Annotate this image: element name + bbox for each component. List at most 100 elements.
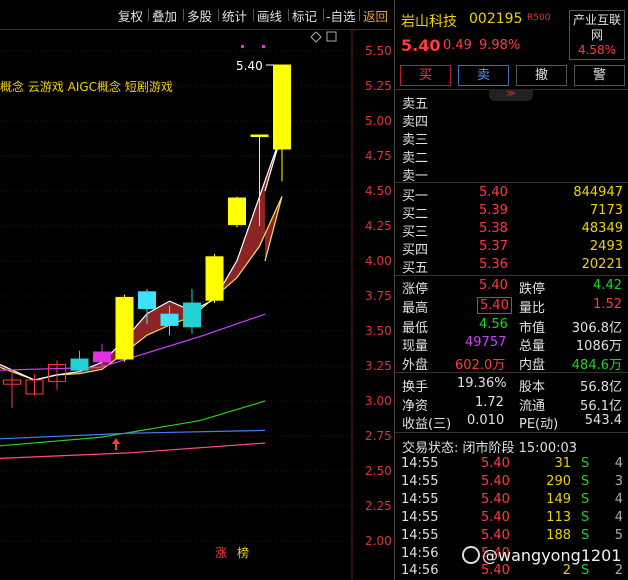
candle-body	[250, 134, 269, 137]
tick-qty: 149	[546, 492, 571, 507]
market-cap-label: 市值	[519, 321, 546, 336]
tick-price: 5.40	[481, 456, 510, 471]
toolbar-overlay-button[interactable]: 叠加	[152, 6, 177, 25]
tick-row: 14:55 5.40 188 S 5	[395, 528, 628, 545]
tick-time: 14:55	[401, 528, 439, 543]
square-icon	[326, 31, 337, 42]
total-vol-value: 1086万	[575, 339, 622, 354]
ask-label: 卖五	[402, 97, 429, 112]
tick-count: 4	[614, 456, 623, 471]
price-tick-label: 5.25	[365, 79, 392, 93]
tick-row: 14:55 5.40 149 S 4	[395, 492, 628, 509]
price-tick-label: 2.75	[365, 429, 392, 443]
tick-side: S	[581, 563, 590, 578]
ask-row: 卖三	[395, 129, 628, 148]
toolbar-back-button[interactable]: 返回	[363, 6, 388, 25]
low-value: 4.56	[479, 317, 508, 332]
ma-line-pink	[0, 442, 266, 459]
watermark-text: @wangyong1201	[482, 546, 622, 565]
stock-code: 002195	[469, 11, 523, 27]
tick-count: 4	[614, 492, 623, 507]
kline-chart[interactable]: 5.50 5.25 5.00 4.75 4.50 4.25 4.00 3.75 3.50 3.25…	[0, 30, 392, 580]
limit-down-label: 跌停	[519, 282, 546, 297]
limit-up-marker: 涨	[215, 545, 227, 560]
net-asset-label: 净资	[402, 399, 429, 414]
bid-volume: 48349	[581, 221, 623, 236]
price-tick-label: 3.00	[365, 394, 392, 408]
bid-price: 5.40	[479, 185, 508, 200]
toolbar-multi-stock-button[interactable]: 多股	[187, 6, 212, 25]
low-label: 最低	[402, 321, 429, 336]
toolbar-fuquan-button[interactable]: 复权	[118, 6, 143, 25]
market-cap-value: 306.8亿	[571, 321, 622, 336]
price-tick-label: 3.75	[365, 289, 392, 303]
quote-panel: 岩山科技 002195 R500 5.40 0.49 9.98% 产业互联网 4…	[394, 0, 628, 580]
price-tick-label: 4.00	[365, 254, 392, 268]
candle-body	[115, 296, 134, 360]
bid-price: 5.36	[479, 257, 508, 272]
ask-row: 卖一	[395, 165, 628, 184]
tick-side: S	[581, 528, 590, 543]
ask-row: 卖五	[395, 93, 628, 112]
bid-label: 买四	[402, 243, 429, 258]
total-vol-label: 总量	[519, 339, 546, 354]
price-tick-label: 5.50	[365, 44, 392, 58]
outer-disk-label: 外盘	[402, 358, 429, 373]
price-tick-label: 4.25	[365, 219, 392, 233]
tick-qty: 113	[546, 510, 571, 525]
ask-label: 卖三	[402, 133, 429, 148]
alert-button[interactable]: 警	[574, 65, 625, 86]
industry-name: 产业互联网	[572, 13, 621, 42]
toolbar-watchlist-button[interactable]: -自选	[326, 6, 356, 25]
price-tick-label: 2.25	[365, 499, 392, 513]
limit-up-label: 涨停	[402, 282, 429, 297]
ma-line-green	[0, 400, 266, 447]
price-tick-label: 4.75	[365, 149, 392, 163]
high-value: 5.40	[477, 297, 512, 314]
stock-header: 岩山科技 002195 R500 5.40 0.49 9.98% 产业互联网 4…	[395, 0, 628, 90]
candle-body	[273, 64, 291, 150]
buy-button[interactable]: 买	[400, 65, 451, 86]
ask-row: 卖二	[395, 147, 628, 166]
tick-price: 5.40	[481, 474, 510, 489]
bid-row: 买二 5.39 7173	[395, 203, 628, 222]
toolbar-stats-button[interactable]: 统计	[222, 6, 247, 25]
tick-count: 4	[614, 510, 623, 525]
bid-row: 买三 5.38 48349	[395, 221, 628, 240]
float-value: 56.1亿	[580, 399, 622, 414]
stock-name: 岩山科技	[401, 14, 457, 30]
share-capital-value: 56.8亿	[580, 380, 622, 395]
candle-body	[70, 358, 89, 371]
up-arrow-icon	[112, 438, 120, 450]
turnover-value: 19.36%	[457, 376, 507, 391]
bid-price: 5.37	[479, 239, 508, 254]
tick-row: 14:55 5.40 113 S 4	[395, 510, 628, 527]
toolbar-draw-line-button[interactable]: 画线	[257, 6, 282, 25]
stock-change: 0.49	[443, 38, 472, 53]
high-label: 最高	[402, 301, 429, 316]
bid-label: 买一	[402, 189, 429, 204]
tick-time: 14:55	[401, 510, 439, 525]
sell-button[interactable]: 卖	[458, 65, 509, 86]
bid-label: 买二	[402, 207, 429, 222]
volume-ratio-value: 1.52	[593, 297, 622, 312]
tick-time: 14:56	[401, 563, 439, 578]
price-tick-label: 3.25	[365, 359, 392, 373]
tick-qty: 188	[546, 528, 571, 543]
tick-price: 5.40	[481, 563, 510, 578]
price-tick-label: 2.50	[365, 464, 392, 478]
cancel-order-button[interactable]: 撤	[516, 65, 567, 86]
turnover-label: 换手	[402, 380, 429, 395]
concept-tags: 概念 云游戏 AIGC概念 短剧游戏	[0, 80, 173, 94]
industry-box[interactable]: 产业互联网 4.58%	[569, 10, 625, 60]
camera-icon	[462, 546, 480, 564]
bid-row: 买五 5.36 20221	[395, 257, 628, 276]
bid-volume: 7173	[589, 203, 623, 218]
candle-body	[93, 351, 111, 363]
tick-row: 14:55 5.40 31 S 4	[395, 456, 628, 473]
price-tick-label: 2.00	[365, 534, 392, 548]
net-asset-value: 1.72	[475, 395, 504, 410]
diamond-icon	[310, 31, 322, 43]
bid-label: 买三	[402, 225, 429, 240]
toolbar-mark-button[interactable]: 标记	[292, 6, 317, 25]
